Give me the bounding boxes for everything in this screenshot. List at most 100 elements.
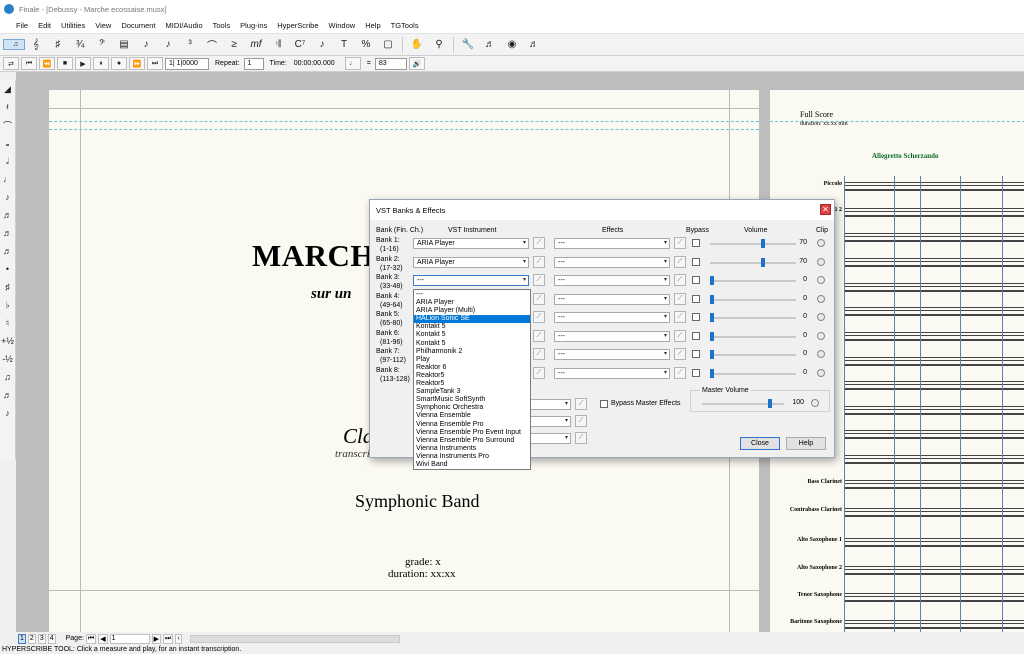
expression-tool-icon[interactable]: mf: [245, 35, 267, 55]
click-icon[interactable]: 🔊: [408, 57, 425, 70]
human-playback-icon[interactable]: ♬: [523, 35, 545, 55]
edit-master-effect-icon[interactable]: ⟋: [575, 432, 587, 444]
fast-forward-icon[interactable]: ⏩: [129, 57, 145, 70]
flat-icon[interactable]: ♭: [0, 296, 15, 314]
edit-instrument-icon[interactable]: ⟋: [533, 293, 545, 305]
measure-counter[interactable]: 1| 1|0000: [165, 57, 209, 70]
pause-icon[interactable]: ⏸: [93, 57, 109, 70]
smart-shape-tool-icon[interactable]: ⌒: [201, 35, 223, 55]
text-tool-icon[interactable]: T: [333, 35, 355, 55]
record-icon[interactable]: ●: [111, 57, 127, 70]
staff[interactable]: [844, 508, 1024, 517]
dropdown-option[interactable]: Vienna Ensemble Pro Event Input: [414, 429, 530, 437]
staff[interactable]: [844, 620, 1024, 629]
master-volume-slider[interactable]: [768, 399, 772, 408]
dropdown-option[interactable]: Philharmonik 2: [414, 348, 530, 356]
close-button[interactable]: Close: [740, 437, 780, 450]
eraser-icon[interactable]: ◢: [0, 80, 15, 98]
close-icon[interactable]: ✕: [820, 204, 831, 215]
page-number-input[interactable]: 1: [109, 633, 150, 644]
edit-master-effect-icon[interactable]: ⟋: [575, 398, 587, 410]
volume-slider[interactable]: [710, 295, 714, 304]
tempo-input[interactable]: 83: [374, 57, 407, 70]
tuplet-icon[interactable]: ♬: [0, 386, 15, 404]
vst-instrument-select[interactable]: --- ▾: [413, 275, 529, 286]
staff[interactable]: [844, 182, 1024, 191]
bypass-master-checkbox[interactable]: [600, 400, 608, 408]
dropdown-option[interactable]: Symphonic Orchestra: [414, 404, 530, 412]
staff[interactable]: [844, 332, 1024, 341]
dropdown-option[interactable]: Kontakt 5: [414, 323, 530, 331]
dropdown-option[interactable]: Vienna Ensemble Pro Surround: [414, 437, 530, 445]
effect-select[interactable]: --- ▾: [554, 312, 670, 323]
staff[interactable]: [844, 381, 1024, 390]
staff[interactable]: [844, 593, 1024, 602]
chord-tool-icon[interactable]: C⁷: [289, 35, 311, 55]
last-page-icon[interactable]: ⏭: [163, 633, 174, 644]
edit-instrument-icon[interactable]: ⟋: [533, 237, 545, 249]
sixteenth-note-icon[interactable]: ♬: [0, 206, 15, 224]
edit-instrument-icon[interactable]: ⟋: [533, 274, 545, 286]
page-tab-3[interactable]: 3: [37, 633, 46, 644]
volume-slider[interactable]: [710, 276, 714, 285]
menu-file[interactable]: File: [2, 21, 33, 30]
edit-instrument-icon[interactable]: ⟋: [533, 348, 545, 360]
dropdown-option[interactable]: ---: [414, 291, 530, 299]
whole-note-icon[interactable]: 𝅝: [0, 134, 15, 152]
edit-effect-icon[interactable]: ⟋: [674, 274, 686, 286]
dropdown-option[interactable]: ARIA Player: [414, 299, 530, 307]
dropdown-option[interactable]: Wivi Band: [414, 461, 530, 469]
thirty-second-note-icon[interactable]: ♬: [0, 224, 15, 242]
mirror-tool-icon[interactable]: ♬: [479, 35, 501, 55]
staff[interactable]: [844, 406, 1024, 415]
effect-select[interactable]: --- ▾: [554, 275, 670, 286]
speedy-entry-tool-icon[interactable]: ♪: [157, 35, 179, 55]
edit-effect-icon[interactable]: ⟋: [674, 367, 686, 379]
repeat-tool-icon[interactable]: 𝄇: [267, 35, 289, 55]
bypass-checkbox[interactable]: [692, 369, 700, 377]
dropdown-option[interactable]: Vienna Instruments: [414, 445, 530, 453]
menu-midi-audio[interactable]: MIDI/Audio: [161, 21, 208, 30]
staff[interactable]: [844, 208, 1024, 217]
edit-instrument-icon[interactable]: ⟋: [533, 256, 545, 268]
bypass-checkbox[interactable]: [692, 239, 700, 247]
forward-end-icon[interactable]: ⏭: [147, 57, 163, 70]
menu-tools[interactable]: Tools: [208, 21, 236, 30]
volume-slider[interactable]: [761, 258, 765, 267]
vst-instrument-select[interactable]: ARIA Player ▾: [413, 238, 529, 249]
bypass-checkbox[interactable]: [692, 295, 700, 303]
half-note-icon[interactable]: 𝅗𝅥: [0, 152, 15, 170]
edit-effect-icon[interactable]: ⟋: [674, 330, 686, 342]
menu-edit[interactable]: Edit: [33, 21, 56, 30]
page-tab-4[interactable]: 4: [47, 633, 56, 644]
effect-select[interactable]: --- ▾: [554, 257, 670, 268]
staff[interactable]: [844, 307, 1024, 316]
dropdown-option[interactable]: Vienna Ensemble: [414, 412, 530, 420]
edit-effect-icon[interactable]: ⟋: [674, 256, 686, 268]
repeat-select[interactable]: 1: [243, 57, 264, 70]
playback-settings-icon[interactable]: ⇄: [3, 57, 19, 70]
vst-instrument-select[interactable]: ARIA Player ▾: [413, 257, 529, 268]
prev-page-icon[interactable]: ◀: [98, 633, 108, 644]
dropdown-option[interactable]: HALion Sonic SE: [414, 315, 530, 324]
volume-slider[interactable]: [710, 313, 714, 322]
simple-entry-tool-icon[interactable]: ♪: [135, 35, 157, 55]
dropdown-option[interactable]: Reaktor5: [414, 372, 530, 380]
edit-master-effect-icon[interactable]: ⟋: [575, 415, 587, 427]
staff[interactable]: [844, 455, 1024, 464]
menu-hyperscribe[interactable]: HyperScribe: [272, 21, 323, 30]
zoom-tool-icon[interactable]: ⚲: [428, 35, 450, 55]
volume-slider[interactable]: [761, 239, 765, 248]
stop-icon[interactable]: ■: [57, 57, 73, 70]
dot-icon[interactable]: •: [0, 260, 15, 278]
staff[interactable]: [844, 480, 1024, 489]
dropdown-option[interactable]: SampleTank 3: [414, 388, 530, 396]
rest-icon[interactable]: 𝄽: [0, 98, 15, 116]
effect-select[interactable]: --- ▾: [554, 349, 670, 360]
natural-icon[interactable]: ♮: [0, 314, 15, 332]
edit-effect-icon[interactable]: ⟋: [674, 293, 686, 305]
clef-tool-icon[interactable]: 𝄢: [91, 35, 113, 55]
dropdown-option[interactable]: Reaktor 6: [414, 364, 530, 372]
dropdown-option[interactable]: SmartMusic SoftSynth: [414, 396, 530, 404]
rewind-start-icon[interactable]: ⏮: [21, 57, 37, 70]
